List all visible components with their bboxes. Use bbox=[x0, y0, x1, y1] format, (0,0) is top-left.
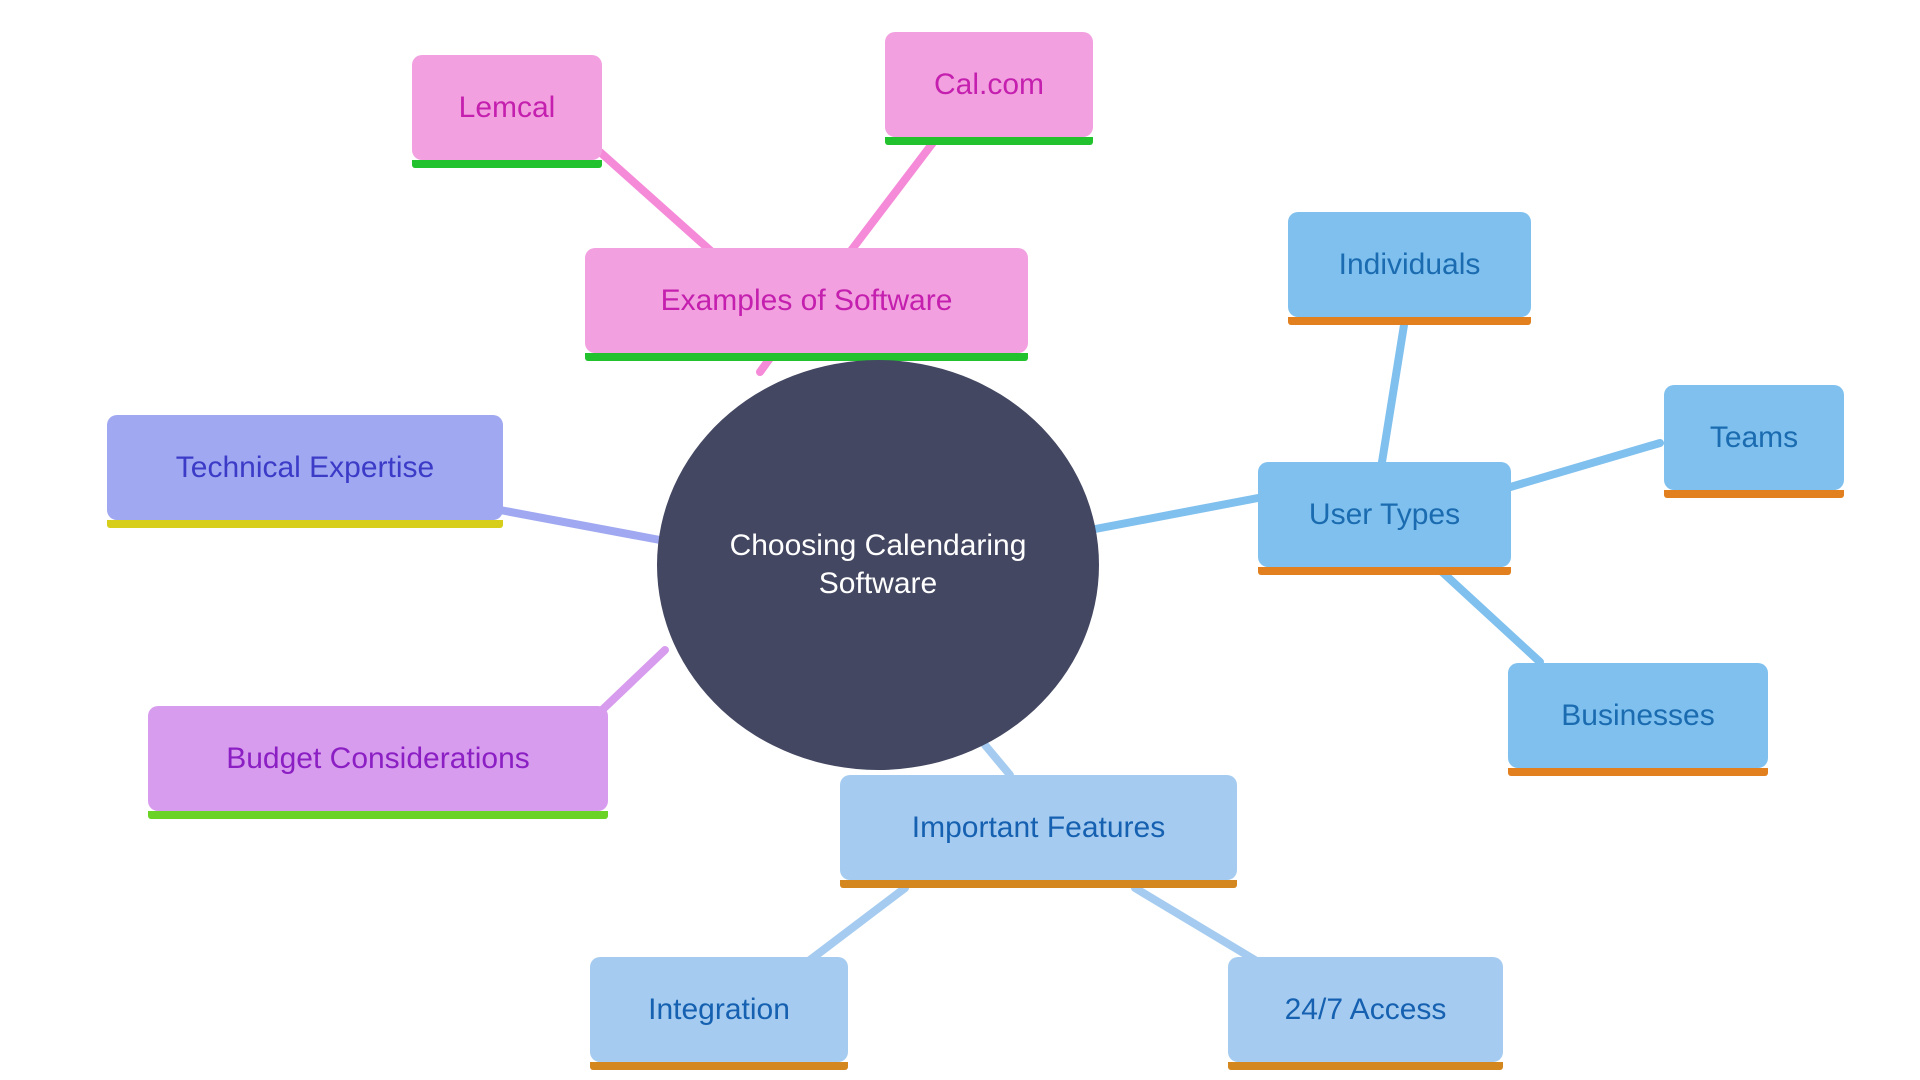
node-user-types[interactable]: User Types bbox=[1258, 462, 1511, 575]
edge-examples-lemcal bbox=[596, 148, 716, 256]
node-user-types-label: User Types bbox=[1308, 497, 1461, 531]
root-node-choosing-calendaring-software[interactable]: Choosing Calendaring Software bbox=[657, 360, 1099, 770]
node-examples-of-software-label: Examples of Software bbox=[660, 283, 953, 317]
node-individuals-accent bbox=[1288, 317, 1531, 325]
node-budget-considerations-accent bbox=[148, 811, 608, 819]
node-teams-label: Teams bbox=[1709, 420, 1799, 454]
node-cal-com-accent bbox=[885, 137, 1093, 145]
node-integration-accent bbox=[590, 1062, 848, 1070]
node-examples-of-software[interactable]: Examples of Software bbox=[585, 248, 1028, 361]
node-24-7-access[interactable]: 24/7 Access bbox=[1228, 957, 1503, 1070]
node-businesses[interactable]: Businesses bbox=[1508, 663, 1768, 776]
edge-features-integration bbox=[806, 884, 909, 964]
node-teams[interactable]: Teams bbox=[1664, 385, 1844, 498]
root-node-label: Choosing Calendaring Software bbox=[729, 529, 1027, 600]
node-24-7-access-label: 24/7 Access bbox=[1284, 992, 1447, 1026]
edge-examples-calcom bbox=[846, 136, 939, 256]
node-budget-considerations[interactable]: Budget Considerations bbox=[148, 706, 608, 819]
node-lemcal[interactable]: Lemcal bbox=[412, 55, 602, 168]
edge-usertypes-businesses bbox=[1436, 566, 1544, 666]
node-businesses-accent bbox=[1508, 768, 1768, 776]
node-cal-com-label: Cal.com bbox=[933, 67, 1045, 101]
node-individuals-label: Individuals bbox=[1338, 247, 1481, 281]
edge-root-usertypes bbox=[1086, 494, 1262, 534]
edge-usertypes-individuals bbox=[1378, 321, 1408, 466]
node-technical-expertise-label: Technical Expertise bbox=[175, 450, 435, 484]
edge-root-budget bbox=[596, 646, 669, 716]
node-technical-expertise[interactable]: Technical Expertise bbox=[107, 415, 503, 528]
node-lemcal-accent bbox=[412, 160, 602, 168]
node-individuals[interactable]: Individuals bbox=[1288, 212, 1531, 325]
edge-root-features bbox=[981, 741, 1014, 779]
edge-root-technical bbox=[496, 506, 664, 544]
node-integration[interactable]: Integration bbox=[590, 957, 848, 1070]
node-teams-accent bbox=[1664, 490, 1844, 498]
node-lemcal-label: Lemcal bbox=[458, 90, 556, 124]
node-cal-com[interactable]: Cal.com bbox=[885, 32, 1093, 145]
node-user-types-accent bbox=[1258, 567, 1511, 575]
node-integration-label: Integration bbox=[648, 992, 790, 1026]
node-examples-of-software-accent bbox=[585, 353, 1028, 361]
node-important-features[interactable]: Important Features bbox=[840, 775, 1237, 888]
node-businesses-label: Businesses bbox=[1561, 698, 1715, 732]
edge-features-access bbox=[1131, 884, 1259, 964]
edge-usertypes-teams bbox=[1503, 439, 1664, 492]
node-important-features-label: Important Features bbox=[911, 810, 1166, 844]
node-24-7-access-accent bbox=[1228, 1062, 1503, 1070]
node-technical-expertise-accent bbox=[107, 520, 503, 528]
mindmap-canvas: Choosing Calendaring Software Examples o… bbox=[0, 0, 1920, 1080]
node-budget-considerations-label: Budget Considerations bbox=[226, 741, 530, 775]
node-important-features-accent bbox=[840, 880, 1237, 888]
